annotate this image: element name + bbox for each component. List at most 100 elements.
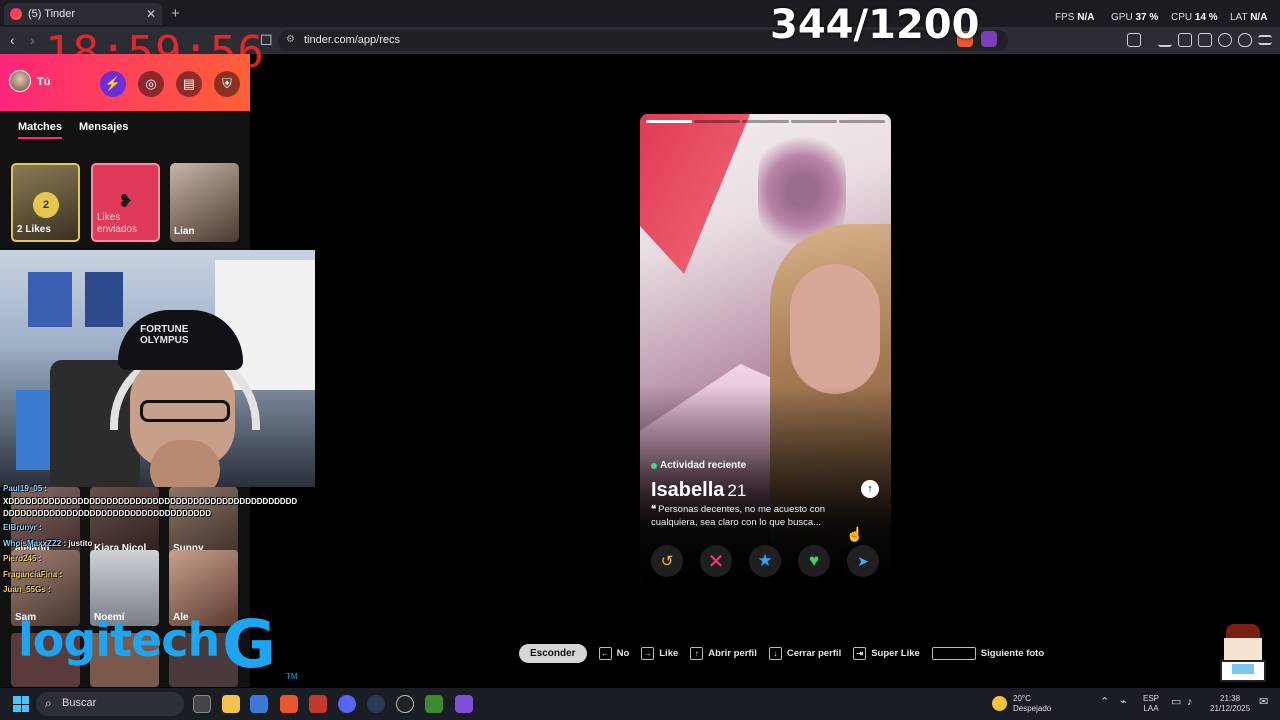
discord-icon[interactable] <box>338 695 356 713</box>
weather-widget[interactable]: 20°C Despejado <box>1013 694 1051 714</box>
brave-rewards-icon[interactable] <box>981 31 997 47</box>
avatar[interactable] <box>9 70 31 92</box>
photo-progress-segment[interactable] <box>742 120 789 123</box>
chat-message: XDDDDDDDDDDDDDDDDDDDDDDDDDDDDDDDDDDDDDDD… <box>3 497 298 506</box>
hint-open-profile: ↑ Abrir perfil <box>690 646 757 660</box>
hint-super-like: ⇥ Super Like <box>853 646 920 660</box>
explore-compass-icon[interactable]: ◎ <box>138 71 164 97</box>
leo-ai-icon[interactable] <box>1218 33 1232 47</box>
sidebar-header: Tú ⚡ ◎ ▤ ⛨ <box>0 54 250 111</box>
glasses <box>140 400 230 422</box>
gpu-readout: GPU 37 % <box>1111 12 1158 23</box>
profile-name: Isabella 21 <box>651 478 746 503</box>
quote-icon: ❝ <box>651 504 657 515</box>
chat-line: ElBrunyr : <box>3 523 42 532</box>
notifications-icon[interactable]: ✉ <box>1259 697 1268 708</box>
tab-messages[interactable]: Mensajes <box>79 121 129 133</box>
network-icon[interactable]: ⌁ <box>1120 697 1127 708</box>
lang-secondary: LAA <box>1143 704 1159 713</box>
cpu-readout: CPU 14 % <box>1171 12 1218 23</box>
rewind-button[interactable]: ↺ <box>651 545 683 577</box>
sent-likes-label: Likes enviados <box>97 212 138 235</box>
search-icon: ⌕ <box>45 696 52 710</box>
right-arrow-key-icon: → <box>641 646 655 660</box>
cap-print: FORTUNE OLYMPUS <box>140 324 189 346</box>
safety-shield-icon[interactable]: ⛨ <box>214 71 240 97</box>
left-arrow-key-icon: ← <box>598 646 612 660</box>
show-hidden-icons-icon[interactable]: ⌃ <box>1100 697 1109 708</box>
chat-message: : <box>59 570 63 579</box>
super-like-button[interactable]: ★ <box>749 545 781 577</box>
browser-tab[interactable]: (5) Tinder ✕ <box>4 3 162 25</box>
site-info-icon[interactable]: ⚙ <box>286 34 295 45</box>
menu-icon[interactable] <box>1258 35 1272 45</box>
screenshot-icon[interactable] <box>1127 33 1141 47</box>
search-placeholder: Buscar <box>62 697 97 709</box>
back-arrow-icon[interactable]: ‹ <box>10 32 15 48</box>
like-button[interactable]: ♥ <box>798 545 830 577</box>
chat-message: DDDDDDDDDDDDDDDDDDDDDDDDDDDDDDDDDDDD <box>3 509 211 518</box>
space-key-icon <box>931 646 976 660</box>
screen: (5) Tinder ✕ + ‹ › ☐ ⚙ tinder.com/app/re… <box>0 0 1280 720</box>
cpu-label: CPU <box>1171 12 1193 23</box>
downloads-icon[interactable] <box>1158 33 1172 47</box>
boost-button[interactable]: ➤ <box>847 545 879 577</box>
open-profile-icon[interactable]: ↑ <box>861 480 879 498</box>
match-name: Lian <box>174 226 195 237</box>
photo-progress-segment[interactable] <box>838 120 886 123</box>
logitech-logo: logitech <box>18 613 220 667</box>
profile-label[interactable]: Tú <box>37 76 50 88</box>
mascot-mask <box>1232 664 1254 674</box>
weather-temp: 20°C <box>1013 694 1031 703</box>
steam-icon[interactable] <box>367 695 385 713</box>
hide-hints-button[interactable]: Esconder <box>519 643 587 663</box>
sidebar-icon[interactable] <box>1178 33 1192 47</box>
photo-face <box>790 264 880 394</box>
windows-start-icon[interactable] <box>13 696 29 712</box>
display-icon[interactable]: ▭ <box>1171 697 1181 708</box>
url-text: tinder.com/app/recs <box>304 34 400 46</box>
close-tab-icon[interactable]: ✕ <box>146 7 156 21</box>
clock-tray[interactable]: 21:38 21/12/2025 <box>1210 694 1250 714</box>
likes-card[interactable]: 2 2 Likes <box>11 163 80 242</box>
vpn-app-icon[interactable] <box>455 695 473 713</box>
wall-frame <box>28 272 72 327</box>
voicemod-icon[interactable] <box>309 695 327 713</box>
task-view-icon[interactable] <box>193 695 211 713</box>
minecraft-icon[interactable] <box>425 695 443 713</box>
language-indicator[interactable]: ESP LAA <box>1143 694 1159 714</box>
tab-matches[interactable]: Matches <box>18 121 63 139</box>
online-dot-icon <box>651 462 657 469</box>
chat-user: ElBrunyr <box>3 523 37 532</box>
volume-icon[interactable]: ♪ <box>1187 697 1193 708</box>
fps-value: N/A <box>1077 12 1095 23</box>
brave-browser-icon[interactable] <box>280 695 298 713</box>
tray-date: 21/12/2025 <box>1210 704 1251 713</box>
boost-icon[interactable]: ⚡ <box>100 71 126 97</box>
wallet-icon[interactable] <box>1198 33 1212 47</box>
forward-arrow-icon[interactable]: › <box>30 32 35 48</box>
sent-likes-card[interactable]: ❥ Likes enviados <box>91 163 160 242</box>
photo-progress-segment[interactable] <box>790 120 837 123</box>
photo-progress-segment[interactable] <box>694 120 741 123</box>
file-explorer-icon[interactable] <box>222 695 240 713</box>
profile-card[interactable]: Actividad reciente Isabella 21 ↑ ❝ Persona… <box>640 114 891 586</box>
hint-label: Abrir perfil <box>708 647 757 659</box>
lat-label: LAT <box>1230 12 1248 23</box>
store-icon[interactable] <box>250 695 268 713</box>
new-tab-button[interactable]: + <box>171 5 180 22</box>
webcam-feed: FORTUNE OLYMPUS <box>0 250 315 487</box>
taskbar-search[interactable]: ⌕ Buscar <box>36 692 184 716</box>
photo-background-wall <box>640 114 750 274</box>
profile-bio: ❝ Personas decentes, no me acuesto con cu… <box>651 503 871 529</box>
vpn-shield-icon[interactable] <box>1238 33 1252 47</box>
work-briefcase-icon[interactable]: ▤ <box>176 71 202 97</box>
chat-message: : justito <box>63 539 93 548</box>
nope-button[interactable]: ✕ <box>700 545 732 577</box>
photo-progress-segment[interactable] <box>646 120 693 123</box>
swipe-counter: 344/1200 <box>770 2 980 48</box>
pixel-mascot <box>1216 624 1268 682</box>
match-card[interactable]: Lian <box>170 163 239 242</box>
tinder-favicon-icon <box>10 8 22 20</box>
obs-icon[interactable] <box>396 695 414 713</box>
